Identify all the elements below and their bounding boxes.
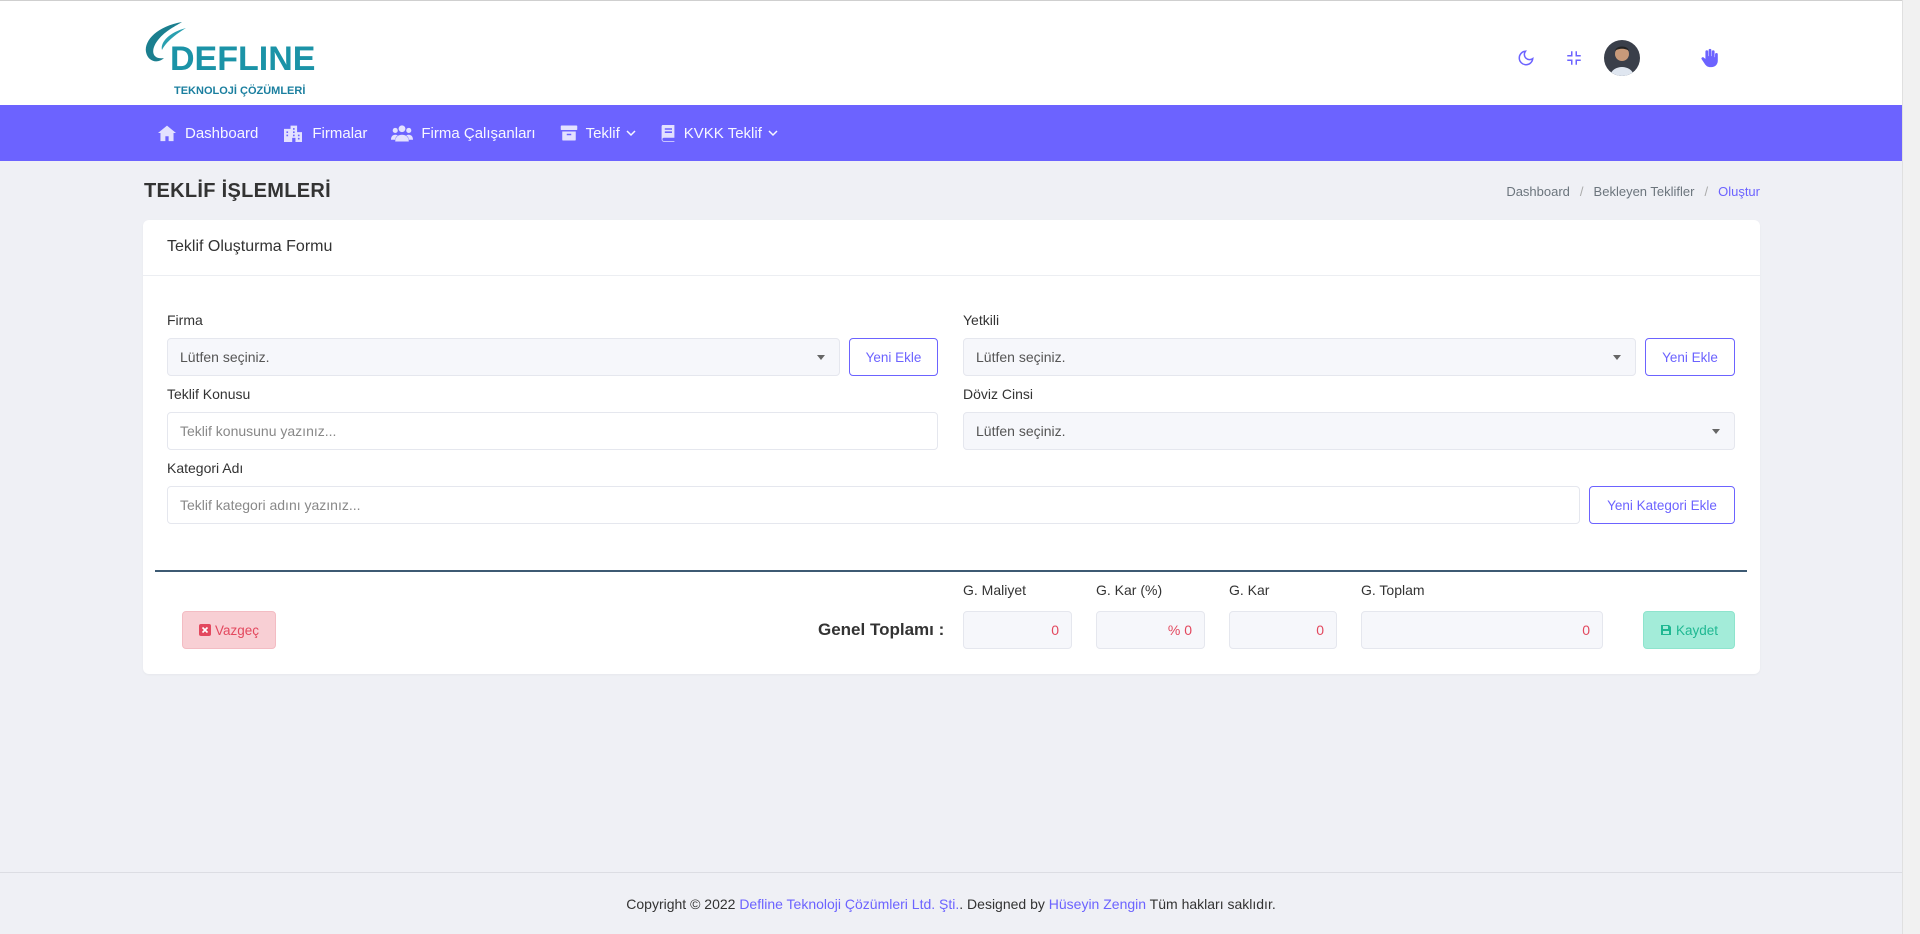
breadcrumb-item-olustur: Oluştur xyxy=(1718,184,1760,199)
defline-logo[interactable]: DEFLINE TEKNOLOJİ ÇÖZÜMLERİ xyxy=(142,18,342,98)
caret-down-icon xyxy=(1712,429,1720,434)
building-icon xyxy=(284,125,303,142)
firma-yeni-ekle-button[interactable]: Yeni Ekle xyxy=(849,338,938,376)
footer-rights: Tüm hakları saklıdır. xyxy=(1146,895,1276,912)
g-kar-input[interactable]: 0 xyxy=(1229,611,1337,649)
scrollbar-thumb[interactable] xyxy=(1907,6,1917,866)
compress-icon[interactable] xyxy=(1550,38,1598,78)
kategori-adi-input[interactable]: Teklif kategori adını yazınız... xyxy=(167,486,1580,524)
firma-select-value: Lütfen seçiniz. xyxy=(180,349,270,365)
teklif-konusu-label: Teklif Konusu xyxy=(167,386,251,402)
hand-icon[interactable] xyxy=(1686,38,1734,78)
footer-designer-link[interactable]: Hüseyin Zengin xyxy=(1049,896,1146,912)
scrollbar[interactable] xyxy=(1902,0,1920,934)
chevron-down-icon xyxy=(626,130,636,137)
main-navbar: Dashboard Firmalar Firma Çalışanları Tek… xyxy=(0,105,1902,161)
nav-item-label: Teklif xyxy=(585,124,620,142)
footer-copyright: Copyright © 2022 xyxy=(626,895,740,912)
yetkili-select-value: Lütfen seçiniz. xyxy=(976,349,1066,365)
archive-icon xyxy=(560,125,577,141)
nav-item-teklif[interactable]: Teklif xyxy=(560,124,636,142)
vazgec-button[interactable]: Vazgeç xyxy=(182,611,276,649)
g-kar-pct-input[interactable]: % 0 xyxy=(1096,611,1205,649)
g-maliyet-label: G. Maliyet xyxy=(963,582,1027,598)
top-header: DEFLINE TEKNOLOJİ ÇÖZÜMLERİ xyxy=(0,6,1902,105)
g-toplam-label: G. Toplam xyxy=(1361,582,1425,598)
breadcrumb-item-bekleyen-teklifler[interactable]: Bekleyen Teklifler xyxy=(1594,184,1695,199)
nav-item-label: Firma Çalışanları xyxy=(421,124,536,142)
g-kar-label: G. Kar xyxy=(1229,582,1270,598)
doviz-cinsi-label: Döviz Cinsi xyxy=(963,386,1034,402)
footer: Copyright © 2022 Defline Teknoloji Çözüm… xyxy=(0,872,1902,934)
chevron-down-icon xyxy=(768,130,778,137)
kategori-adi-label: Kategori Adı xyxy=(167,460,244,476)
kaydet-button[interactable]: Kaydet xyxy=(1643,611,1735,649)
g-maliyet-input[interactable]: 0 xyxy=(963,611,1072,649)
yetkili-yeni-ekle-button[interactable]: Yeni Ekle xyxy=(1645,338,1735,376)
yetkili-label: Yetkili xyxy=(963,312,1000,328)
caret-down-icon xyxy=(817,355,825,360)
home-icon xyxy=(158,125,176,142)
yeni-kategori-ekle-button[interactable]: Yeni Kategori Ekle xyxy=(1589,486,1735,524)
footer-designed-by: . Designed by xyxy=(959,895,1049,912)
firma-select[interactable]: Lütfen seçiniz. xyxy=(167,338,840,376)
nav-item-label: KVKK Teklif xyxy=(683,124,762,142)
breadcrumb-item-dashboard[interactable]: Dashboard xyxy=(1506,184,1570,199)
genel-toplami-label: Genel Toplamı : xyxy=(818,620,945,639)
book-icon xyxy=(661,125,675,142)
nav-item-dashboard[interactable]: Dashboard xyxy=(157,124,258,142)
doviz-cinsi-select[interactable]: Lütfen seçiniz. xyxy=(963,412,1735,450)
moon-icon[interactable] xyxy=(1502,38,1550,78)
breadcrumb-separator: / xyxy=(1579,184,1584,199)
firma-label: Firma xyxy=(167,312,203,328)
g-kar-pct-label: G. Kar (%) xyxy=(1096,582,1163,598)
yetkili-select[interactable]: Lütfen seçiniz. xyxy=(963,338,1636,376)
breadcrumb-separator: / xyxy=(1704,184,1709,199)
nav-item-firmalar[interactable]: Firmalar xyxy=(282,124,367,142)
nav-item-label: Dashboard xyxy=(185,124,259,142)
doviz-select-value: Lütfen seçiniz. xyxy=(976,423,1066,439)
nav-item-label: Firmalar xyxy=(312,124,368,142)
users-icon xyxy=(391,125,414,142)
teklif-form-card: Teklif Oluşturma Formu Firma Lütfen seçi… xyxy=(143,220,1760,674)
vazgec-label: Vazgeç xyxy=(214,622,260,638)
section-divider xyxy=(155,570,1747,572)
kaydet-label: Kaydet xyxy=(1675,622,1719,638)
svg-text:TEKNOLOJİ ÇÖZÜMLERİ: TEKNOLOJİ ÇÖZÜMLERİ xyxy=(174,84,305,97)
svg-text:DEFLINE: DEFLINE xyxy=(170,40,315,78)
g-toplam-input[interactable]: 0 xyxy=(1361,611,1603,649)
page-title: TEKLİF İŞLEMLERİ xyxy=(144,180,332,202)
breadcrumb: Dashboard / Bekleyen Teklifler / Oluştur xyxy=(1506,184,1760,199)
teklif-konusu-input[interactable]: Teklif konusunu yazınız... xyxy=(167,412,938,450)
nav-item-kvkk-teklif[interactable]: KVKK Teklif xyxy=(660,124,778,142)
avatar[interactable] xyxy=(1604,40,1640,76)
footer-company-link[interactable]: Defline Teknoloji Çözümleri Ltd. Şti. xyxy=(739,896,959,912)
card-title: Teklif Oluşturma Formu xyxy=(143,220,1760,276)
page-header: TEKLİF İŞLEMLERİ Dashboard / Bekleyen Te… xyxy=(144,180,1760,203)
caret-down-icon xyxy=(1613,355,1621,360)
save-icon xyxy=(1660,625,1671,635)
close-square-icon xyxy=(198,624,211,636)
nav-item-firma-calisanlari[interactable]: Firma Çalışanları xyxy=(391,124,536,142)
